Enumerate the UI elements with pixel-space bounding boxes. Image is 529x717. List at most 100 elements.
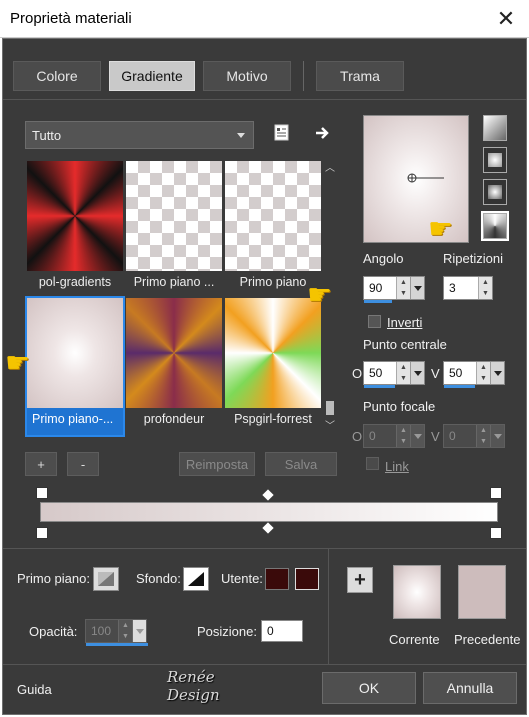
repeats-stepper[interactable]: 3 ▲ ▼ — [443, 276, 493, 300]
reset-button[interactable]: Reimposta — [179, 452, 255, 476]
watermark-logo: Renée Design — [167, 668, 220, 704]
cancel-button[interactable]: Annulla — [423, 672, 517, 704]
gradient-label: profondeur — [143, 412, 205, 426]
angle-label: Angolo — [363, 251, 404, 266]
opacity-label: Opacità: — [29, 624, 78, 639]
user-color-swatch[interactable] — [265, 568, 289, 590]
divider — [328, 549, 329, 664]
gradient-swatch[interactable]: profondeur — [126, 298, 222, 435]
angle-stepper[interactable]: 90 ▲ ▼ — [363, 276, 425, 303]
plus-icon[interactable]: + — [347, 567, 373, 593]
gradient-label: Primo piano ... — [133, 275, 215, 289]
opacity-stepper[interactable]: 100 ▲ ▼ — [85, 619, 148, 646]
title-bar: Proprietà materiali ✕ — [0, 0, 529, 38]
rectangular-style-button[interactable] — [483, 147, 507, 173]
center-o-value: 50 — [369, 366, 383, 380]
position-label: Posizione: — [197, 624, 257, 639]
linear-style-button[interactable] — [483, 115, 507, 141]
user-color-swatch-2[interactable] — [295, 568, 319, 590]
end-color-stop[interactable] — [490, 527, 502, 539]
tab-trama[interactable]: Trama — [316, 61, 404, 91]
repeats-label: Ripetizioni — [443, 251, 503, 266]
repeats-value: 3 — [449, 281, 456, 295]
invert-label: Inverti — [387, 315, 423, 330]
center-v-label: V — [431, 366, 440, 381]
center-o-label: O — [352, 366, 363, 381]
position-value: 0 — [267, 624, 274, 638]
gradient-thumbnail — [126, 161, 222, 271]
angle-value: 90 — [369, 281, 383, 295]
gradient-thumbnail — [27, 298, 123, 408]
end-stop-handle[interactable] — [490, 487, 502, 499]
gradient-swatch[interactable]: Primo piano ... — [126, 161, 222, 298]
tab-gradiente[interactable]: Gradiente — [109, 61, 195, 91]
window-title: Proprietà materiali — [10, 10, 132, 27]
gradient-swatch[interactable]: Primo piano — [225, 161, 321, 298]
pointing-hand-icon: ☛ — [307, 279, 333, 310]
scroll-thumb[interactable] — [326, 401, 334, 415]
ok-button[interactable]: OK — [322, 672, 416, 704]
center-o-stepper[interactable]: 50 ▲ ▼ — [363, 361, 425, 388]
midpoint-marker-top[interactable] — [262, 489, 274, 501]
start-stop-handle[interactable] — [36, 487, 48, 499]
background-swatch[interactable] — [183, 567, 209, 591]
previous-label: Precedente — [454, 632, 521, 647]
pointing-hand-icon: ☛ — [5, 347, 31, 378]
current-preview[interactable] — [393, 565, 441, 619]
center-handle-icon[interactable] — [364, 116, 470, 244]
focal-o-value: 0 — [369, 429, 376, 443]
previous-preview[interactable] — [458, 565, 506, 619]
gradient-swatch-selected[interactable]: Primo piano-... — [25, 296, 125, 437]
focal-v-label: V — [431, 429, 440, 444]
midpoint-marker-bottom[interactable] — [262, 522, 274, 534]
tab-motivo[interactable]: Motivo — [203, 61, 291, 91]
library-icon[interactable] — [273, 123, 291, 143]
center-v-value: 50 — [449, 366, 463, 380]
opacity-value: 100 — [91, 624, 112, 638]
gradient-thumbnail — [27, 161, 123, 271]
arrow-right-icon[interactable] — [313, 123, 331, 143]
remove-gradient-button[interactable]: - — [67, 452, 99, 476]
scroll-down-icon[interactable]: ﹀ — [324, 417, 336, 432]
invert-checkbox[interactable] — [368, 315, 381, 328]
gradient-label: Pspgirl-forrest — [234, 412, 312, 426]
focal-o-stepper[interactable]: 0 ▲ ▼ — [363, 424, 425, 448]
materials-dialog: Colore Gradiente Motivo Trama Tutto pol-… — [2, 38, 527, 715]
tab-colore[interactable]: Colore — [13, 61, 101, 91]
foreground-label: Primo piano: — [17, 571, 90, 586]
divider — [3, 548, 526, 549]
gradient-editor-bar[interactable] — [40, 502, 498, 522]
link-label: Link — [385, 459, 409, 474]
focal-v-value: 0 — [449, 429, 456, 443]
close-icon[interactable]: ✕ — [491, 4, 521, 34]
foreground-swatch[interactable] — [93, 567, 119, 591]
radial-style-button[interactable] — [481, 211, 509, 241]
chevron-down-icon — [237, 133, 245, 138]
gradient-swatch[interactable]: Pspgirl-forrest — [225, 298, 321, 435]
category-value: Tutto — [32, 127, 62, 143]
center-v-stepper[interactable]: 50 ▲ ▼ — [443, 361, 505, 388]
gradient-label: pol-gradients — [38, 275, 112, 289]
start-color-stop[interactable] — [36, 527, 48, 539]
link-checkbox[interactable] — [366, 457, 379, 470]
gradient-swatch[interactable]: pol-gradients — [27, 161, 123, 298]
tab-separator — [303, 61, 304, 91]
sunburst-style-button[interactable] — [483, 179, 507, 205]
scroll-up-icon[interactable]: ︿ — [324, 159, 336, 174]
background-label: Sfondo: — [136, 571, 181, 586]
pointing-hand-icon: ☛ — [428, 213, 454, 244]
divider — [3, 664, 526, 665]
tab-bar: Colore Gradiente Motivo Trama — [3, 39, 526, 100]
user-label: Utente: — [221, 571, 263, 586]
focal-v-stepper[interactable]: 0 ▲ ▼ — [443, 424, 505, 448]
add-gradient-button[interactable]: + — [25, 452, 57, 476]
current-label: Corrente — [389, 632, 440, 647]
gradient-thumbnail — [126, 298, 222, 408]
category-dropdown[interactable]: Tutto — [25, 121, 254, 149]
focal-o-label: O — [352, 429, 363, 444]
save-button[interactable]: Salva — [265, 452, 337, 476]
gradient-label: Primo piano-... — [32, 412, 114, 426]
help-link[interactable]: Guida — [17, 682, 52, 697]
gradient-thumbnail — [225, 298, 321, 408]
position-field[interactable]: 0 — [261, 620, 303, 642]
